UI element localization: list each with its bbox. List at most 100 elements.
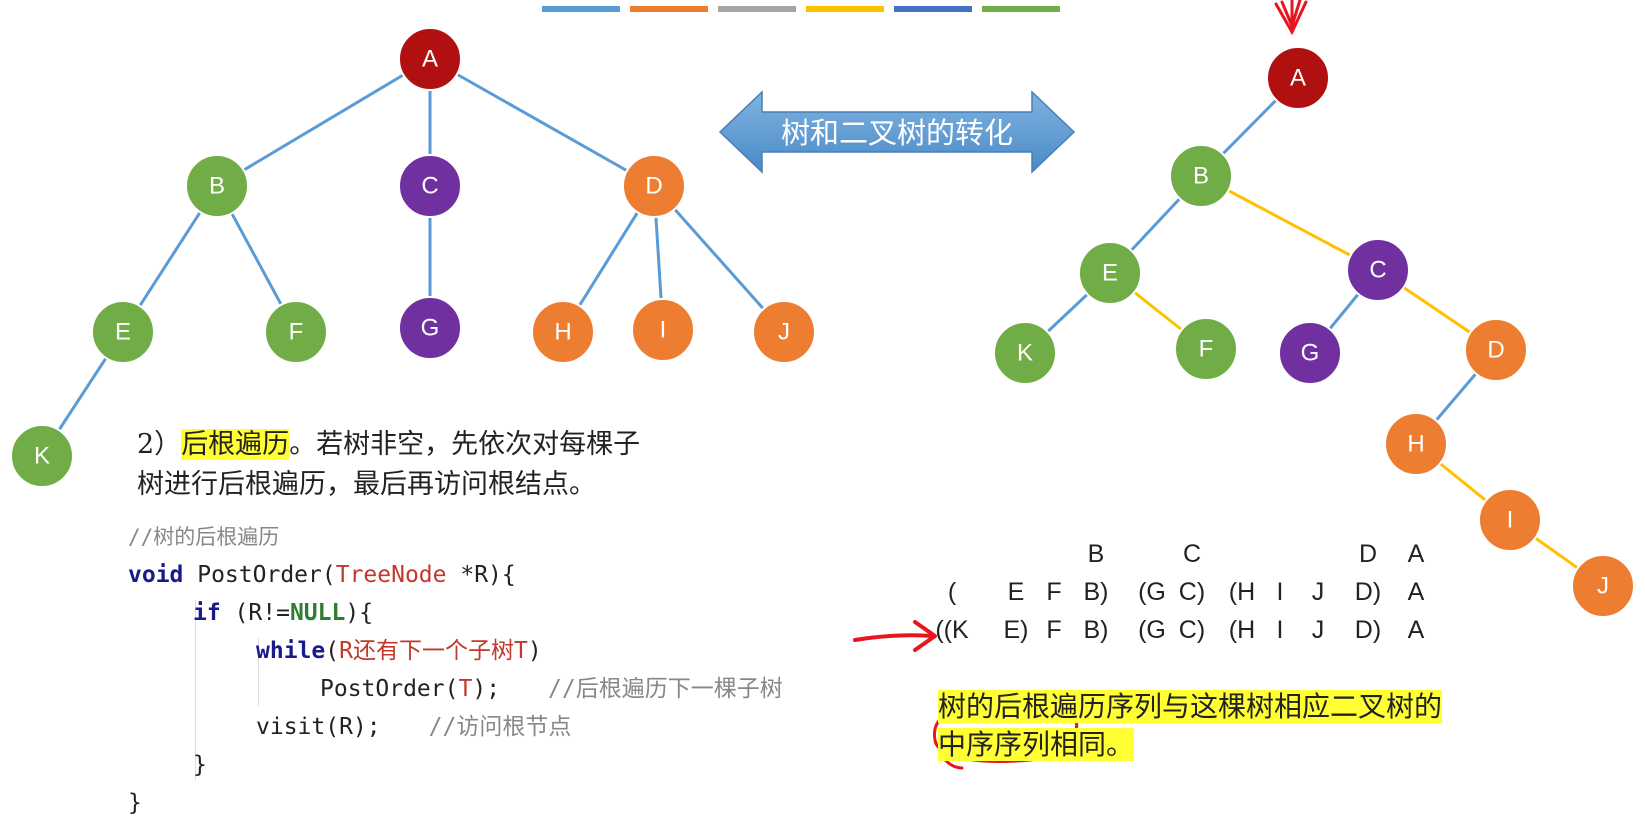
- binary-node-k: K: [993, 321, 1057, 385]
- tree-node-d: D: [622, 154, 686, 218]
- sequence-cell-r2-c11: A: [1407, 578, 1425, 606]
- sequence-cell-r1-c10: D: [1358, 540, 1378, 568]
- binary-node-f: F: [1174, 317, 1238, 381]
- sequence-cell-r3-c3: F: [1046, 616, 1062, 644]
- binary-node-label-g: G: [1301, 340, 1320, 367]
- binary-node-label-h: H: [1407, 431, 1424, 458]
- pen-pointer-arrow-mark: [853, 620, 937, 652]
- tree-node-label-c: C: [421, 173, 438, 200]
- code-recursive-comment: //后根遍历下一棵子树: [548, 676, 783, 702]
- binary-node-label-e: E: [1102, 260, 1118, 287]
- code-null: NULL: [289, 600, 346, 626]
- sequence-cell-r2-c1: (: [947, 578, 957, 606]
- code-param: *R){: [446, 562, 516, 588]
- description-prefix: 2）: [137, 429, 182, 460]
- sequence-cell-r3-c5: (G: [1138, 616, 1166, 644]
- tree-node-label-f: F: [289, 319, 304, 346]
- sequence-cell-r3-c10: D): [1354, 616, 1382, 644]
- code-function-name: PostOrder(: [183, 562, 336, 588]
- tree-node-label-b: B: [209, 173, 225, 200]
- legend-swatch-1: [542, 6, 620, 12]
- binary-node-label-b: B: [1193, 163, 1209, 190]
- sequence-cell-r1-c11: A: [1407, 540, 1425, 568]
- binary-node-b: B: [1169, 144, 1233, 208]
- conclusion-line1: 树的后根遍历序列与这棵树相应二叉树的: [938, 690, 1443, 723]
- code-visit-comment: //访问根节点: [428, 714, 572, 740]
- conversion-arrow: 树和二叉树的转化: [718, 90, 1076, 174]
- code-keyword-while: while: [256, 638, 326, 664]
- code-type-treenode: TreeNode: [335, 562, 447, 588]
- sequence-cell-r2-c7: (H: [1228, 578, 1256, 606]
- code-if-end: ){: [345, 600, 374, 626]
- binary-tree-nodes: ABCDEF GHIJK: [993, 46, 1635, 618]
- legend-swatch-3: [718, 6, 796, 12]
- binary-node-c: C: [1346, 238, 1410, 302]
- tree-node-label-d: D: [645, 173, 662, 200]
- tree-node-e: E: [91, 300, 155, 364]
- tree-node-b: B: [185, 154, 249, 218]
- sequence-cell-r3-c9: J: [1311, 616, 1325, 644]
- sequence-cell-r2-c5: (G: [1138, 578, 1166, 606]
- postorder-description: 2）后根遍历。若树非空，先依次对每棵子 树进行后根遍历，最后再访问根结点。: [137, 425, 640, 505]
- tree-node-label-h: H: [554, 319, 571, 346]
- legend-swatch-2: [630, 6, 708, 12]
- sequence-cell-r2-c9: J: [1311, 578, 1325, 606]
- code-keyword-void: void: [128, 562, 184, 588]
- legend-swatch-4: [806, 6, 884, 12]
- conclusion-inorder: 中序序列: [938, 728, 1051, 761]
- conclusion-line2-rest: 相同。: [1050, 728, 1135, 761]
- conversion-arrow-label: 树和二叉树的转化: [781, 116, 1013, 150]
- code-recursive-end: );: [472, 676, 501, 702]
- tree-node-h: H: [531, 300, 595, 364]
- binary-node-h: H: [1384, 412, 1448, 476]
- tree-edge-a-b: [216, 57, 431, 188]
- tree-node-g: G: [398, 296, 462, 360]
- sequence-cell-r1-c6: C: [1182, 540, 1202, 568]
- sequence-cell-r3-c6: C): [1178, 616, 1206, 644]
- pen-down-arrow-mark: [1274, 0, 1308, 36]
- conclusion-text: 树的后根遍历序列与这棵树相应二叉树的 中序序列相同。: [938, 688, 1443, 764]
- code-close-if: }: [193, 752, 207, 778]
- binary-node-i: I: [1478, 488, 1542, 552]
- sequence-cell-r2-c8: I: [1276, 578, 1284, 606]
- tree-node-f: F: [264, 300, 328, 364]
- binary-node-label-f: F: [1199, 336, 1214, 363]
- sequence-cell-r2-c3: F: [1046, 578, 1062, 606]
- sequence-cell-r2-c2: E: [1007, 578, 1025, 606]
- binary-node-label-i: I: [1507, 507, 1514, 534]
- tree-nodes: A B C D E F G H I J K: [10, 27, 816, 488]
- binary-node-g: G: [1278, 321, 1342, 385]
- tree-node-label-g: G: [421, 315, 440, 342]
- code-visit-call: visit(R);: [256, 714, 381, 740]
- binary-node-label-k: K: [1017, 340, 1033, 367]
- sequence-cell-r2-c10: D): [1354, 578, 1382, 606]
- sequence-cell-r2-c4: B): [1083, 578, 1109, 606]
- color-legend-strip: [542, 6, 1060, 12]
- code-while-close: ): [527, 638, 542, 664]
- sequence-cell-r3-c11: A: [1407, 616, 1425, 644]
- code-while-open: (: [325, 638, 340, 664]
- tree-node-j: J: [752, 300, 816, 364]
- code-close-function: }: [128, 790, 142, 816]
- tree-node-i: I: [631, 298, 695, 362]
- description-highlight: 后根遍历: [181, 429, 290, 460]
- tree-node-label-e: E: [115, 319, 131, 346]
- binary-node-label-c: C: [1369, 257, 1386, 284]
- legend-swatch-5: [894, 6, 972, 12]
- binary-node-label-d: D: [1487, 337, 1504, 364]
- tree-node-a: A: [398, 27, 462, 91]
- sequence-cell-r3-c8: I: [1276, 616, 1284, 644]
- description-line1-rest: 。若树非空，先依次对每棵子: [289, 429, 641, 460]
- sequence-cell-r2-c6: C): [1178, 578, 1206, 606]
- binary-node-e: E: [1078, 241, 1142, 305]
- tree-node-k: K: [10, 424, 74, 488]
- sequence-cell-r3-c7: (H: [1228, 616, 1256, 644]
- binary-node-label-a: A: [1290, 65, 1306, 92]
- tree-edge-a-d: [429, 57, 655, 188]
- code-while-cond: R还有下一个子树T: [339, 638, 528, 664]
- tree-node-c: C: [398, 154, 462, 218]
- tree-node-label-a: A: [422, 46, 438, 73]
- code-if-cond: (R!=: [220, 600, 290, 626]
- description-line2: 树进行后根遍历，最后再访问根结点。: [137, 469, 596, 500]
- legend-swatch-6: [982, 6, 1060, 12]
